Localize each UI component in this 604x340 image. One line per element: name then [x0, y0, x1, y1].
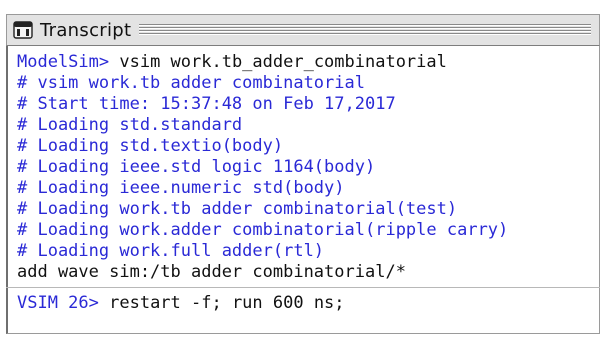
- transcript-line: # Start time: 15:37:48 on Feb 17,2017: [17, 94, 396, 114]
- transcript-console[interactable]: ModelSim> vsim work.tb_adder_combinatori…: [6, 46, 600, 334]
- transcript-line: # Loading ieee.numeric std(body): [17, 178, 345, 198]
- transcript-line: # Loading std.textio(body): [17, 136, 284, 156]
- command-prompt: ModelSim>: [17, 52, 120, 72]
- transcript-window-icon: [12, 20, 34, 40]
- command-text: vsim work.tb_adder_combinatorial: [119, 52, 447, 72]
- command-input[interactable]: restart -f; run 600 ns;: [109, 293, 344, 313]
- transcript-line: # Loading std.standard: [17, 115, 243, 135]
- vsim-prompt: VSIM 26>: [17, 293, 110, 313]
- transcript-window: Transcript ModelSim> vsim work.tb_adder_…: [0, 0, 604, 340]
- titlebar-drag-grip[interactable]: [139, 24, 591, 36]
- transcript-line: # Loading work.adder combinatorial(rippl…: [17, 220, 509, 240]
- transcript-line: add wave sim:/tb adder combinatorial/*: [17, 262, 406, 282]
- transcript-spacer: [17, 283, 599, 293]
- transcript-titlebar[interactable]: Transcript: [6, 14, 600, 46]
- transcript-line: # Loading work.tb adder combinatorial(te…: [17, 199, 458, 219]
- transcript-line: # vsim work.tb adder combinatorial: [17, 73, 365, 93]
- transcript-line: ModelSim> vsim work.tb_adder_combinatori…: [17, 52, 599, 73]
- transcript-line: # Loading work.full adder(rtl): [17, 241, 325, 261]
- vsim-prompt-line[interactable]: VSIM 26> restart -f; run 600 ns;: [17, 293, 599, 314]
- prompt-divider: [6, 287, 600, 288]
- transcript-line: # Loading ieee.std logic 1164(body): [17, 157, 376, 177]
- window-title: Transcript: [40, 19, 132, 41]
